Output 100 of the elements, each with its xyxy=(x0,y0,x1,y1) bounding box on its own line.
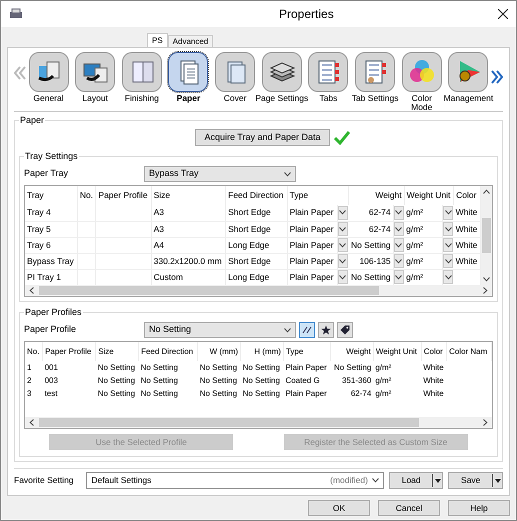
tool-button[interactable] xyxy=(318,322,334,338)
dropdown-button[interactable] xyxy=(394,206,404,220)
table-cell: Tray 4 xyxy=(27,207,51,218)
split-button[interactable]: Load xyxy=(388,472,444,489)
column-header[interactable]: Color xyxy=(424,346,443,356)
table-cell: 106-135 xyxy=(359,256,391,266)
column-header[interactable]: Color xyxy=(456,190,476,200)
dropdown-button[interactable] xyxy=(338,254,348,268)
column-header[interactable]: Type xyxy=(290,190,308,200)
caret-icon xyxy=(444,258,452,264)
dropdown-button[interactable] xyxy=(394,238,404,252)
column-header[interactable]: Tray xyxy=(27,190,44,200)
group-title: Tray Settings xyxy=(24,150,79,164)
caret-icon xyxy=(444,226,452,232)
column-header[interactable]: Size xyxy=(154,190,170,200)
dropdown-button[interactable] xyxy=(394,254,404,268)
close-icon[interactable] xyxy=(498,9,508,19)
horizontal-scrollbar[interactable] xyxy=(25,285,492,296)
table-cell: White xyxy=(456,240,478,250)
dropdown-button[interactable] xyxy=(443,222,454,236)
table-cell: No Setting xyxy=(200,376,238,384)
dropdown-button[interactable] xyxy=(394,270,404,284)
table-cell: No Setting xyxy=(200,362,238,372)
column-header[interactable]: Weight Unit xyxy=(406,190,450,200)
column-header[interactable]: Weight xyxy=(346,346,371,356)
table-cell: g/m² xyxy=(375,376,392,384)
dropdown-button[interactable] xyxy=(338,222,348,236)
dropdown-button[interactable] xyxy=(338,206,348,220)
table-cell: White xyxy=(456,207,478,218)
column-header[interactable]: W (mm) xyxy=(210,346,238,356)
table-cell: Plain Paper xyxy=(290,256,334,266)
dropdown-button[interactable] xyxy=(443,206,454,220)
column-header[interactable]: No. xyxy=(27,346,40,356)
vertical-scrollbar[interactable] xyxy=(481,186,492,285)
acquire-button[interactable]: Acquire Tray and Paper Data xyxy=(195,129,330,146)
caret-icon xyxy=(284,328,291,332)
column-header[interactable]: Size xyxy=(98,346,114,356)
star-icon xyxy=(321,325,331,335)
table-cell: Tray 5 xyxy=(27,224,51,234)
dialog-button[interactable]: Help xyxy=(448,500,510,516)
dropdown-button[interactable] xyxy=(443,270,454,284)
table-cell: No Setting xyxy=(350,240,391,250)
field-label: Favorite Setting xyxy=(14,474,75,487)
table-cell: Bypass Tray xyxy=(27,256,74,266)
table-cell: 351-360 xyxy=(342,376,372,384)
column-header[interactable]: Feed Direction xyxy=(141,346,194,356)
table-cell: Long Edge xyxy=(228,272,270,282)
table-cell: g/m² xyxy=(406,256,424,266)
table-cell: Long Edge xyxy=(228,240,270,250)
column-header[interactable]: Feed Direction xyxy=(228,190,284,200)
table-cell: A4 xyxy=(154,240,164,250)
column-header[interactable]: Paper Profile xyxy=(45,346,92,356)
horizontal-scrollbar[interactable] xyxy=(25,417,492,428)
dropdown-button[interactable] xyxy=(338,270,348,284)
dropdown-button[interactable] xyxy=(443,254,454,268)
column-header[interactable]: Color Nam xyxy=(449,346,488,356)
table-cell: No Setting xyxy=(98,362,136,372)
tag-icon xyxy=(340,325,350,335)
caret-icon xyxy=(29,287,34,294)
column-header[interactable]: No. xyxy=(80,190,94,200)
table-cell: 003 xyxy=(44,376,58,384)
dropdown-button[interactable] xyxy=(443,238,454,252)
table-cell: test xyxy=(44,388,58,398)
caret-icon xyxy=(483,189,490,194)
dropdown-button[interactable] xyxy=(394,222,404,236)
field-label: Paper Profile xyxy=(24,323,78,336)
column-header[interactable]: H (mm) xyxy=(254,346,281,356)
table-cell: Plain Paper xyxy=(290,272,334,282)
table-cell: Custom xyxy=(154,272,183,282)
table-cell: No Setting xyxy=(140,362,178,372)
caret-icon xyxy=(372,478,379,483)
tab[interactable]: PS xyxy=(147,33,168,47)
column-header[interactable]: Weight Unit xyxy=(376,346,418,356)
paper-tray-dropdown[interactable]: Bypass Tray xyxy=(144,166,296,182)
table-cell: No Setting xyxy=(98,388,136,398)
column-header[interactable]: Weight xyxy=(375,190,402,200)
dialog-button[interactable]: OK xyxy=(308,500,370,516)
column-header[interactable]: Paper Profile xyxy=(98,190,148,200)
caret-icon xyxy=(395,210,402,216)
dropdown-button[interactable] xyxy=(338,238,348,252)
caret-icon xyxy=(395,258,402,264)
table-cell: No Setting xyxy=(334,362,372,372)
split-button[interactable]: Save xyxy=(448,472,503,489)
group-title: Paper Profiles xyxy=(24,306,83,320)
window-title: Properties xyxy=(279,6,334,23)
table-cell: No Setting xyxy=(242,388,280,398)
tab[interactable]: Advanced xyxy=(168,35,214,47)
paper-profile-dropdown[interactable]: No Setting xyxy=(144,322,296,338)
dialog-button[interactable]: Cancel xyxy=(378,500,440,516)
caret-icon xyxy=(339,274,346,280)
scroll-right-icon[interactable] xyxy=(491,70,503,84)
table-cell: g/m² xyxy=(406,207,424,218)
tool-button[interactable] xyxy=(337,322,353,338)
table-cell: g/m² xyxy=(375,362,392,372)
column-header[interactable]: Type xyxy=(286,346,304,356)
table-cell: g/m² xyxy=(406,240,424,250)
caret-icon xyxy=(284,172,291,176)
tool-button[interactable] xyxy=(299,322,315,338)
favorite-setting-dropdown[interactable]: Default Settings (modified) xyxy=(86,472,384,489)
table-cell: Plain Paper xyxy=(290,207,334,218)
